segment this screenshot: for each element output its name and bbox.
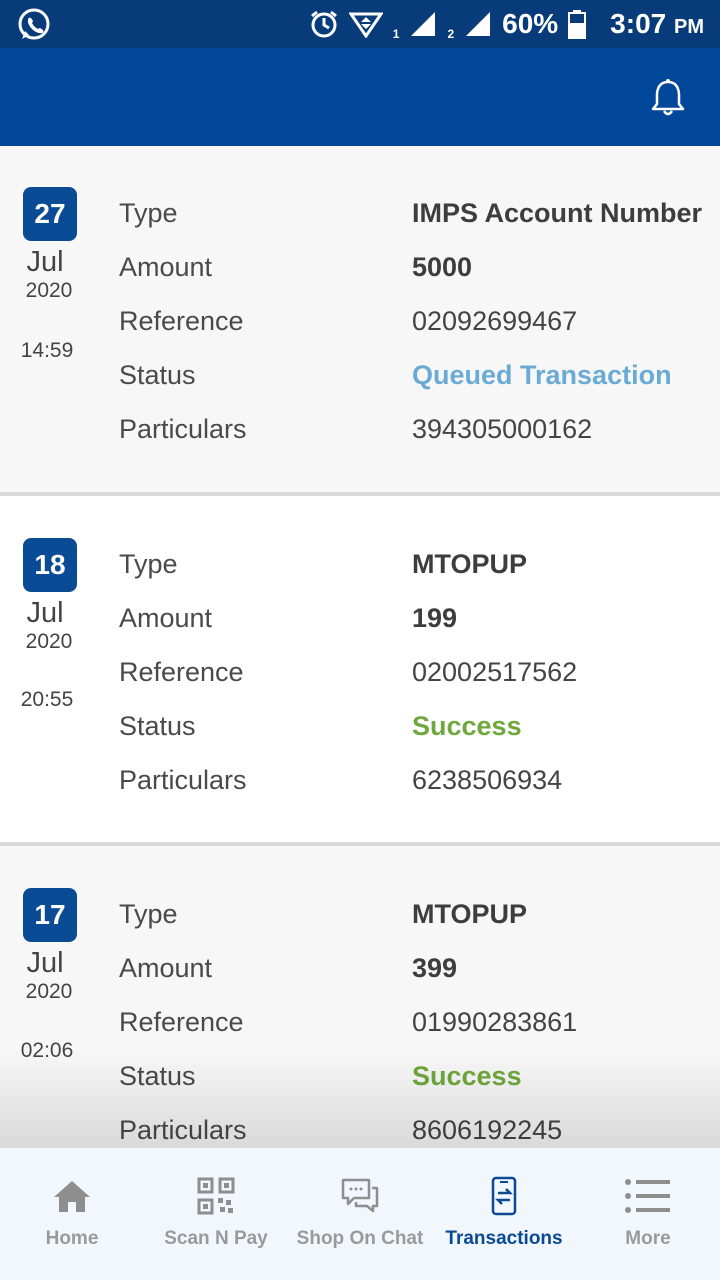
notification-bell-icon[interactable] [650, 78, 686, 118]
alarm-icon [310, 10, 337, 38]
amount-label: Amount [119, 603, 213, 633]
particulars-label: Particulars [119, 1115, 247, 1145]
type-value: IMPS Account Number [412, 198, 703, 228]
sim2-label: 2 [447, 27, 455, 41]
amount-value: 199 [412, 603, 458, 633]
transaction-list: 27 Jul 2020 14:59 Type Amount Reference … [0, 146, 720, 1148]
date-year: 2020 [25, 630, 73, 653]
reference-value: 02092699467 [412, 306, 578, 336]
transaction-time: 02:06 [20, 1039, 74, 1062]
nav-shop-label: Shop On Chat [296, 1228, 424, 1249]
clock-time: 3:07 [610, 8, 667, 39]
transaction-card[interactable]: 18 Jul 2020 20:55 Type Amount Reference … [0, 496, 720, 842]
type-value: MTOPUP [412, 549, 528, 579]
particulars-label: Particulars [119, 765, 247, 795]
sim1-label: 1 [392, 27, 400, 41]
nav-scan-label: Scan N Pay [164, 1228, 268, 1249]
whatsapp-icon [18, 8, 50, 40]
particulars-value: 8606192245 [412, 1115, 563, 1145]
nav-home-label: Home [45, 1228, 99, 1249]
app-bar [0, 48, 720, 146]
date-year: 2020 [25, 279, 73, 302]
reference-value: 01990283861 [412, 1007, 578, 1037]
amount-label: Amount [119, 252, 213, 282]
nav-transactions-label: Transactions [445, 1228, 563, 1249]
type-value: MTOPUP [412, 899, 528, 929]
date-day-badge: 17 [23, 888, 77, 942]
menu-icon [625, 1179, 670, 1213]
signal-icon-2 [466, 12, 491, 36]
nav-more-label: More [625, 1228, 671, 1249]
type-label: Type [119, 549, 178, 579]
status-label: Status [119, 711, 196, 741]
nav-home[interactable]: Home [0, 1148, 144, 1280]
date-month: Jul [26, 947, 64, 979]
date-month: Jul [26, 246, 64, 278]
nav-transactions[interactable]: Transactions [432, 1148, 576, 1280]
nav-shop-on-chat[interactable]: Shop On Chat [288, 1148, 432, 1280]
transactions-icon [491, 1176, 517, 1216]
nav-scan-n-pay[interactable]: Scan N Pay [144, 1148, 288, 1280]
amount-value: 399 [412, 953, 458, 983]
battery-percent: 60% [502, 8, 559, 39]
status-bar: 1 2 60% 3:07 PM [0, 0, 720, 48]
clock-ampm: PM [674, 16, 704, 38]
transaction-time: 14:59 [20, 339, 74, 362]
date-year: 2020 [25, 980, 73, 1003]
reference-label: Reference [119, 1007, 244, 1037]
transaction-card[interactable]: 27 Jul 2020 14:59 Type Amount Reference … [0, 146, 720, 492]
bottom-navigation: Home Scan N Pay Shop On Chat Transaction… [0, 1148, 720, 1280]
battery-icon [568, 10, 587, 39]
status-value: Success [412, 711, 522, 741]
type-label: Type [119, 899, 178, 929]
transaction-card[interactable]: 17 Jul 2020 02:06 Type Amount Reference … [0, 846, 720, 1148]
qr-code-icon [197, 1177, 235, 1215]
status-value: Queued Transaction [412, 360, 672, 390]
signal-icon [411, 12, 436, 36]
home-icon [54, 1181, 90, 1212]
particulars-value: 394305000162 [412, 414, 593, 444]
reference-value: 02002517562 [412, 657, 578, 687]
particulars-label: Particulars [119, 414, 247, 444]
amount-value: 5000 [412, 252, 473, 282]
chat-icon [341, 1178, 379, 1213]
particulars-value: 6238506934 [412, 765, 563, 795]
date-month: Jul [26, 597, 64, 629]
reference-label: Reference [119, 657, 244, 687]
date-day-badge: 18 [23, 538, 77, 592]
nav-more[interactable]: More [576, 1148, 720, 1280]
transaction-time: 20:55 [20, 688, 74, 711]
type-label: Type [119, 198, 178, 228]
status-label: Status [119, 360, 196, 390]
data-saver-icon [348, 12, 383, 38]
status-label: Status [119, 1061, 196, 1091]
reference-label: Reference [119, 306, 244, 336]
date-day-badge: 27 [23, 187, 77, 241]
status-value: Success [412, 1061, 522, 1091]
amount-label: Amount [119, 953, 213, 983]
